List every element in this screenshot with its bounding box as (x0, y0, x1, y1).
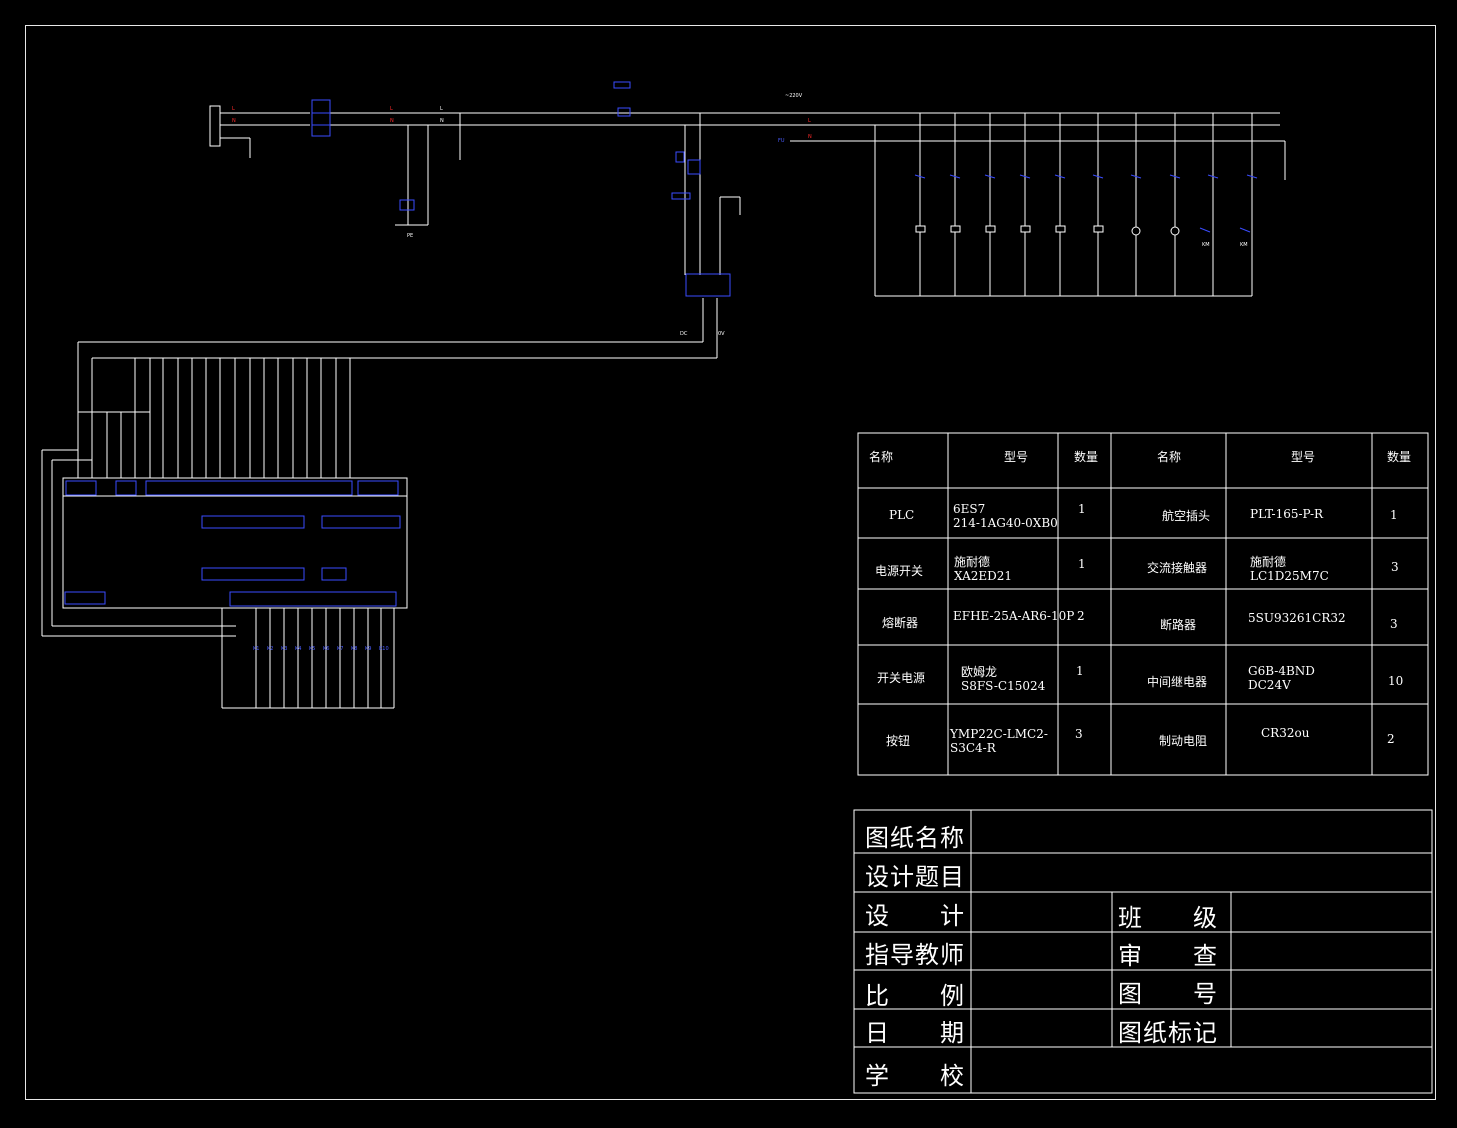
scale-label: 比 例 (865, 982, 965, 1010)
drawing-no-label: 图 号 (1118, 980, 1218, 1008)
drawing-name-label: 图纸名称 (865, 824, 965, 852)
design-topic-label: 设计题目 (865, 863, 965, 891)
drawing-mark-label: 图纸标记 (1118, 1019, 1218, 1047)
drawing-canvas: L N L N L N ~220V L N FU PE DC 0V KM KM … (0, 0, 1457, 1128)
designer-label: 设 计 (865, 902, 965, 930)
title-block-grid (853, 809, 1433, 1094)
advisor-label: 指导教师 (865, 941, 965, 969)
school-label: 学 校 (865, 1062, 965, 1090)
class-label: 班 级 (1118, 904, 1218, 932)
review-label: 审 查 (1118, 942, 1218, 970)
date-label: 日 期 (865, 1019, 965, 1047)
